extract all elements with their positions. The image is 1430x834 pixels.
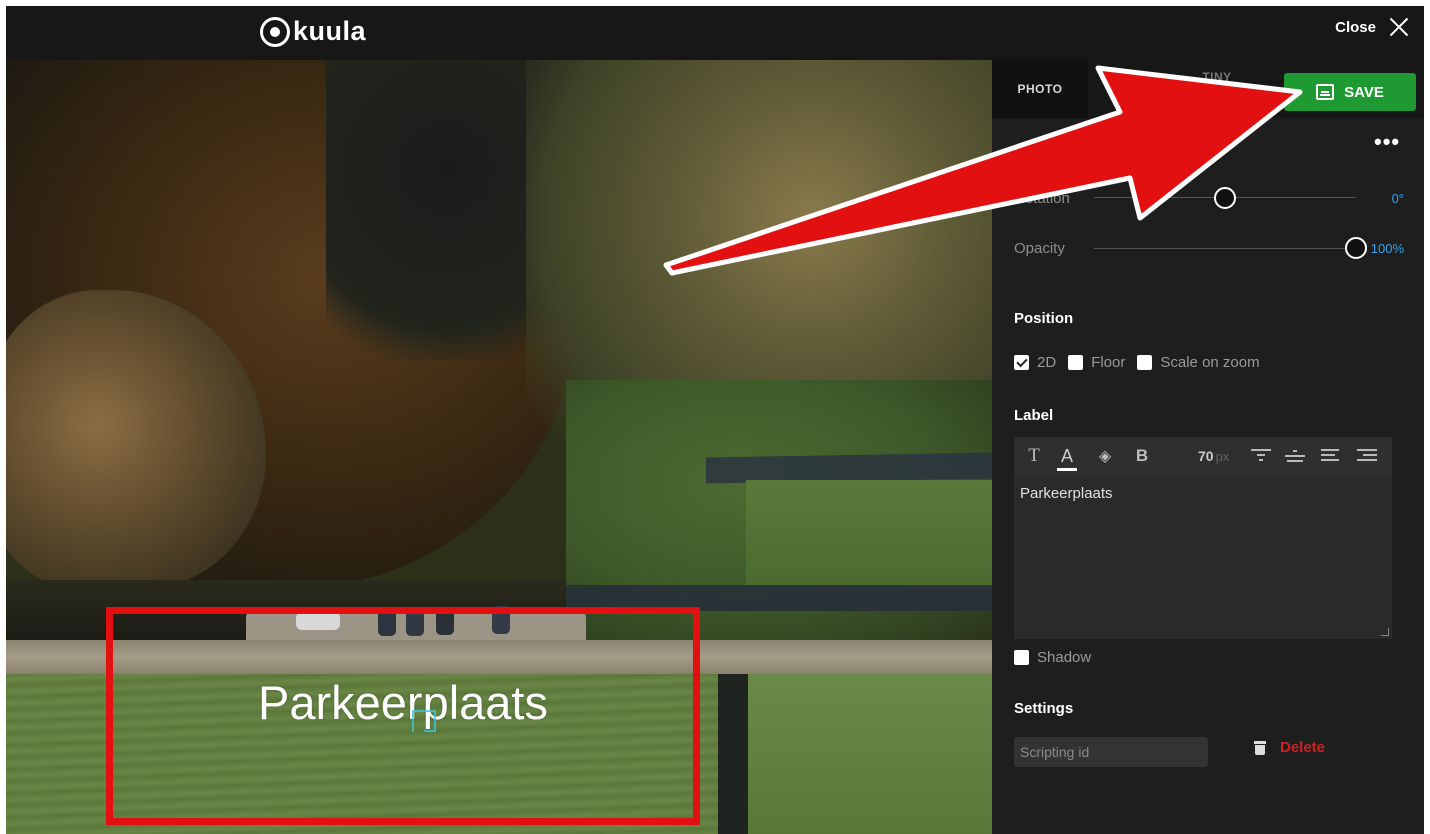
aerial-image-field	[748, 674, 992, 834]
kuula-logo: kuula	[260, 16, 366, 47]
save-label: SAVE	[1344, 83, 1384, 101]
label-toolbar: T A ◈ B 70 px	[1014, 437, 1392, 475]
logo-text: kuula	[293, 16, 367, 46]
align-justify-icon[interactable]	[1352, 437, 1382, 475]
save-button[interactable]: SAVE	[1284, 73, 1416, 111]
scripting-id-input[interactable]	[1014, 737, 1208, 767]
position-options: 2D Floor Scale on zoom	[1014, 354, 1260, 371]
top-bar: kuula Close	[6, 6, 1424, 60]
panorama-viewer[interactable]: Parkeerplaats	[6, 60, 992, 834]
delete-label: Delete	[1280, 739, 1326, 756]
aerial-image-ditch	[706, 452, 992, 484]
checkbox-2d[interactable]	[1014, 355, 1029, 370]
font-size-value: 70	[1198, 448, 1214, 464]
kuula-editor: kuula Close Parkeerplaats PHOTO TINY SAV…	[6, 6, 1424, 834]
more-icon[interactable]: •••	[1374, 131, 1400, 153]
close-label: Close	[1335, 18, 1376, 36]
opacity-value: 100%	[1370, 241, 1404, 256]
panel-tabs: PHOTO TINY SAVE	[992, 60, 1424, 118]
aerial-image-field	[746, 480, 992, 590]
shadow-option: Shadow	[1014, 649, 1091, 666]
label-editor: T A ◈ B 70 px Parkeerplaats	[1014, 437, 1392, 639]
resize-grip-icon[interactable]	[1381, 628, 1389, 636]
checkbox-floor[interactable]	[1068, 355, 1084, 370]
checkbox-shadow[interactable]	[1014, 650, 1029, 665]
rotation-slider-knob[interactable]	[1214, 187, 1236, 209]
align-middle-icon[interactable]	[1284, 437, 1306, 475]
close-button[interactable]: Close	[1335, 16, 1410, 38]
checkbox-scale-on-zoom[interactable]	[1137, 355, 1153, 370]
checkbox-scale-on-zoom-label: Scale on zoom	[1160, 354, 1260, 371]
aerial-image-ditch	[718, 674, 748, 834]
text-type-icon[interactable]: T	[1024, 437, 1044, 475]
fill-bucket-icon[interactable]: ◈	[1094, 437, 1116, 475]
close-icon	[1388, 16, 1410, 38]
bold-icon[interactable]: B	[1132, 437, 1152, 475]
rotation-value: 0°	[1391, 191, 1404, 206]
annotation-highlight-box	[106, 607, 700, 825]
position-title: Position	[1014, 310, 1074, 327]
delete-button[interactable]: Delete	[1254, 739, 1325, 756]
font-size-unit: px	[1215, 448, 1230, 464]
save-icon	[1316, 84, 1335, 100]
appearance-title: App	[1014, 144, 1044, 161]
font-color-icon[interactable]: A	[1056, 437, 1078, 475]
checkbox-2d-label: 2D	[1037, 354, 1057, 371]
properties-panel: PHOTO TINY SAVE App ••• Rotation 0° Opac…	[992, 60, 1424, 834]
opacity-slider[interactable]	[1094, 248, 1356, 249]
label-title: Label	[1014, 407, 1054, 424]
rotation-label: Rotation	[1014, 190, 1070, 207]
opacity-label: Opacity	[1014, 240, 1065, 257]
kuula-logo-icon	[260, 16, 290, 47]
tab-tiny[interactable]: TINY	[1182, 60, 1252, 118]
align-top-icon[interactable]	[1250, 437, 1272, 475]
trash-icon	[1254, 740, 1266, 755]
tab-photo[interactable]: PHOTO	[992, 60, 1088, 118]
font-size[interactable]: 70 px	[1198, 437, 1242, 475]
settings-title: Settings	[1014, 700, 1074, 717]
checkbox-floor-label: Floor	[1091, 354, 1126, 371]
checkbox-shadow-label: Shadow	[1037, 649, 1092, 666]
label-text-input[interactable]: Parkeerplaats	[1014, 475, 1392, 639]
align-left-icon[interactable]	[1316, 437, 1346, 475]
